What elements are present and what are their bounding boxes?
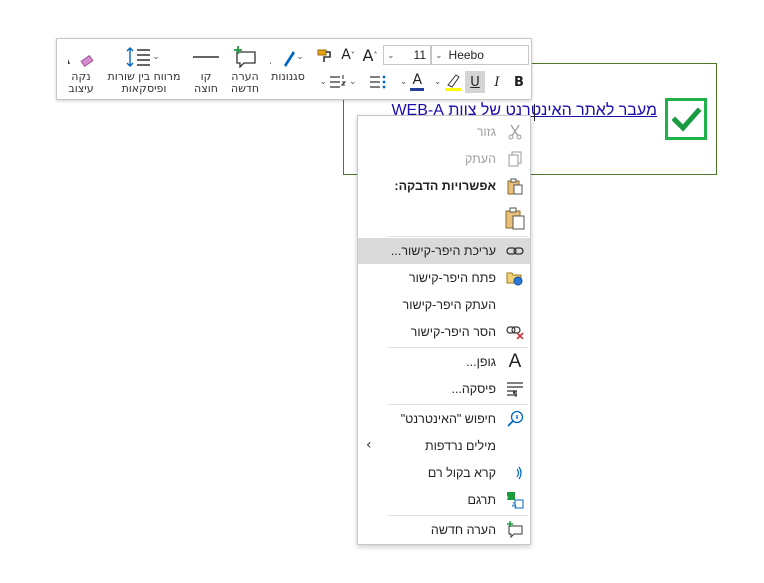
- paste-keep-text-button[interactable]: [358, 204, 530, 234]
- svg-text:ab: ab: [193, 48, 194, 68]
- menu-item-font[interactable]: A גופן...: [358, 349, 530, 375]
- remove-link-icon: [500, 319, 530, 345]
- paste-keep-text-icon: [500, 204, 530, 234]
- clear-format-button[interactable]: A נקה עיצוב: [61, 43, 101, 99]
- underline-icon: U: [470, 74, 480, 90]
- grow-font-icon: A: [362, 45, 374, 65]
- paste-options-header: אפשרויות הדבקה:: [358, 173, 530, 199]
- font-icon: A: [508, 351, 522, 372]
- search-icon: [500, 406, 530, 432]
- line-spacing-icon: ⌄: [103, 43, 185, 71]
- menu-item-edit-hyperlink[interactable]: עריכת היפר-קישור...: [358, 238, 530, 264]
- text-caret: [534, 104, 535, 121]
- menu-item-synonyms[interactable]: מילים נרדפות: [358, 433, 530, 459]
- numbering-button[interactable]: ⌄ ⌄: [315, 71, 361, 93]
- checkbox-check-icon[interactable]: [665, 98, 707, 140]
- new-comment-icon: [227, 43, 263, 71]
- svg-text:A: A: [270, 45, 271, 69]
- new-comment-button[interactable]: הערה חדשה: [227, 43, 263, 99]
- paste-icon: [500, 173, 530, 199]
- cut-icon: [500, 119, 530, 145]
- numbered-list-icon: [330, 75, 347, 88]
- grow-font-button[interactable]: A ˄: [359, 44, 381, 66]
- menu-item-copy-hyperlink[interactable]: העתק היפר-קישור: [358, 292, 530, 318]
- highlight-button[interactable]: ⌄: [431, 71, 465, 93]
- font-name-select[interactable]: ⌄ Heebo: [431, 45, 529, 65]
- menu-item-cut[interactable]: גזור: [358, 119, 530, 145]
- shrink-font-button[interactable]: A ˅: [337, 44, 359, 66]
- submenu-chevron-icon: ‹: [366, 437, 372, 453]
- line-spacing-button[interactable]: ⌄ מרווח בין שורות ופיסקאות: [103, 43, 185, 99]
- bold-icon: B: [514, 74, 524, 90]
- context-menu: גזור העתק אפשרויות הדבקה: עריכת היפר-קיש…: [357, 115, 531, 545]
- svg-text:A: A: [512, 501, 517, 509]
- strikethrough-icon: ab: [187, 43, 225, 71]
- highlighter-icon: [445, 74, 462, 91]
- font-color-button[interactable]: ⌄ A: [395, 71, 429, 93]
- svg-text:¶: ¶: [512, 390, 518, 397]
- menu-item-new-comment[interactable]: הערה חדשה: [358, 517, 530, 543]
- bullet-list-icon: [370, 75, 386, 89]
- new-comment-icon: [500, 517, 530, 543]
- menu-item-copy[interactable]: העתק: [358, 146, 530, 172]
- menu-item-remove-hyperlink[interactable]: הסר היפר-קישור: [358, 319, 530, 345]
- italic-icon: I: [494, 74, 500, 90]
- copy-icon: [500, 146, 530, 172]
- clear-format-icon: A: [61, 43, 101, 71]
- translate-icon: あA: [500, 487, 530, 513]
- format-painter-icon: [317, 49, 331, 62]
- read-aloud-icon: A: [500, 460, 530, 486]
- styles-icon: ⌄ A: [265, 43, 311, 71]
- strikethrough-button[interactable]: ab קו חוצה: [187, 43, 225, 99]
- edit-link-icon: [500, 238, 530, 264]
- menu-item-open-hyperlink[interactable]: פתח היפר-קישור: [358, 265, 530, 291]
- format-painter-button[interactable]: [313, 44, 337, 66]
- svg-text:A: A: [68, 45, 70, 69]
- menu-item-paragraph[interactable]: ¶ פיסקה...: [358, 376, 530, 402]
- bold-button[interactable]: B: [509, 71, 529, 93]
- shrink-font-icon: A: [341, 47, 351, 63]
- font-size-select[interactable]: ⌄ 11: [383, 45, 431, 65]
- mini-toolbar: A נקה עיצוב ⌄ מרווח בין שורות ופיסקאות a…: [56, 38, 532, 100]
- font-color-icon: A: [412, 72, 423, 88]
- open-link-icon: [500, 265, 530, 291]
- menu-item-translate[interactable]: あA תרגם: [358, 487, 530, 513]
- paragraph-icon: ¶: [500, 376, 530, 402]
- menu-item-search[interactable]: חיפוש "האינטרנט": [358, 406, 530, 432]
- underline-button[interactable]: U: [465, 71, 485, 93]
- menu-item-read-aloud[interactable]: A קרא בקול רם: [358, 460, 530, 486]
- bullets-button[interactable]: [363, 71, 393, 93]
- italic-button[interactable]: I: [487, 71, 507, 93]
- styles-button[interactable]: ⌄ A סגנונות: [265, 43, 311, 99]
- svg-text:あ: あ: [506, 493, 509, 501]
